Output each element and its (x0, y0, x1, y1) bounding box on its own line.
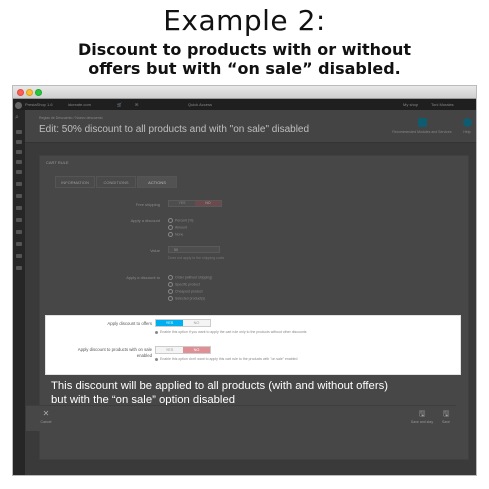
maximize-window-button[interactable] (35, 89, 42, 96)
close-window-button[interactable] (17, 89, 24, 96)
offers-hint-text: Enable this option if you want to apply … (160, 330, 307, 334)
info-icon (155, 330, 158, 334)
save-icon: 🖫 (442, 409, 450, 418)
form-footer: ✕ Cancel 🖫 Save and stay 🖫 Save (26, 405, 456, 431)
highlighted-settings-card: Apply discount to offers YES NO Enable t… (45, 315, 461, 375)
sidebar-item-advanced[interactable] (16, 230, 22, 234)
panel-heading: CART RULE (46, 160, 69, 165)
free-shipping-toggle[interactable]: YES NO (168, 200, 222, 207)
sidebar-item-stock[interactable] (16, 266, 22, 270)
onsale-label-line-2: enabled (136, 353, 152, 358)
free-shipping-label: Free shipping (135, 202, 160, 207)
onsale-toggle[interactable]: YES NO (155, 346, 211, 354)
breadcrumb[interactable]: Reglas de Descuento / Nuevo descuento (39, 116, 103, 120)
page-title: Edit: 50% discount to all products and w… (39, 124, 310, 135)
apply-to-label: Apply a discount to (126, 275, 160, 280)
overlay-caption-line-1: This discount will be applied to all pro… (51, 380, 388, 392)
cancel-label: Cancel (40, 420, 52, 424)
search-icon[interactable]: ⌕ (15, 114, 19, 122)
value-label: Value (150, 248, 160, 253)
subheadline-line-2: offers but with “on sale” disabled. (88, 59, 401, 78)
tab-actions[interactable]: ACTIONS (137, 176, 177, 188)
save-button[interactable]: 🖫 Save (438, 408, 454, 430)
onsale-no-option[interactable]: NO (183, 347, 210, 353)
onsale-yes-option[interactable]: YES (156, 347, 183, 353)
save-and-stay-button[interactable]: 🖫 Save and stay (410, 408, 434, 430)
onsale-label-line-1: Apply discount to products with on sale (77, 347, 152, 352)
window-titlebar (13, 86, 476, 99)
radio-order[interactable]: Order (without shipping) (168, 275, 212, 280)
radio-amount[interactable]: Amount (168, 225, 187, 230)
sidebar-item-orders[interactable] (16, 140, 22, 144)
tab-conditions[interactable]: CONDITIONS (96, 176, 136, 188)
admin-sidebar: ⌕ (13, 110, 25, 475)
page-header: Reglas de Descuento / Nuevo descuento Ed… (25, 110, 476, 143)
radio-percent[interactable]: Percent (%) (168, 218, 193, 223)
cart-icon[interactable]: 🛒 (117, 102, 122, 107)
prestashop-logo-icon (15, 102, 22, 109)
puzzle-icon (417, 118, 427, 127)
free-shipping-yes[interactable]: YES (169, 201, 195, 206)
promo-image: Example 2: Discount to products with or … (0, 0, 489, 489)
offers-yes-option[interactable]: YES (156, 320, 183, 326)
value-input[interactable]: 50 (168, 246, 220, 253)
subheadline-line-1: Discount to products with or without (77, 40, 412, 59)
sidebar-item-localization[interactable] (16, 206, 22, 210)
sidebar-item-modules[interactable] (16, 182, 22, 186)
radio-specific-product[interactable]: Specific product (168, 282, 200, 287)
info-icon (155, 357, 158, 361)
offers-hint: Enable this option if you want to apply … (155, 330, 307, 334)
save-label: Save (442, 420, 450, 424)
value-hint: Does not apply to the shipping costs (168, 256, 225, 260)
radio-none[interactable]: None (168, 232, 183, 237)
radio-cheapest-product[interactable]: Cheapest product (168, 289, 203, 294)
recommended-modules-button[interactable]: Recommended Modules and Services (392, 114, 452, 140)
save-and-stay-label: Save and stay (410, 420, 434, 424)
sidebar-item-administration[interactable] (16, 242, 22, 246)
sidebar-item-shipping[interactable] (16, 194, 22, 198)
minimize-window-button[interactable] (26, 89, 33, 96)
offers-no-option[interactable]: NO (183, 320, 210, 326)
free-shipping-no[interactable]: NO (195, 201, 221, 206)
sidebar-item-preferences[interactable] (16, 218, 22, 222)
admin-topbar: PrestaShop 1.6 idcreate.com 🛒 ✉ Quick Ac… (13, 99, 476, 110)
help-icon (462, 118, 472, 127)
mail-icon[interactable]: ✉ (135, 102, 138, 107)
onsale-hint: Enable this option don't want to apply t… (155, 357, 297, 361)
recommended-modules-label: Recommended Modules and Services (392, 130, 452, 134)
radio-selected-products[interactable]: Selected product(s) (168, 296, 205, 301)
shop-url-link[interactable]: idcreate.com (68, 102, 91, 107)
help-button[interactable]: Help (459, 114, 475, 140)
cancel-button[interactable]: ✕ Cancel (36, 408, 56, 430)
brand-name: PrestaShop 1.6 (25, 102, 53, 107)
quick-access-menu[interactable]: Quick Access (188, 102, 212, 107)
sidebar-item-stats[interactable] (16, 254, 22, 258)
close-icon: ✕ (42, 409, 50, 418)
tab-information[interactable]: INFORMATION (55, 176, 95, 188)
user-menu[interactable]: Toni Morales (431, 102, 454, 107)
headline: Example 2: (163, 4, 326, 37)
sidebar-item-price-rules[interactable] (16, 170, 22, 174)
sidebar-item-catalog[interactable] (16, 150, 22, 154)
my-shop-link[interactable]: My shop (403, 102, 418, 107)
offers-label: Apply discount to offers (107, 321, 152, 326)
offers-toggle[interactable]: YES NO (155, 319, 211, 327)
help-label: Help (463, 130, 471, 134)
onsale-hint-text: Enable this option don't want to apply t… (160, 357, 298, 361)
sidebar-item-customers[interactable] (16, 160, 22, 164)
apply-discount-label: Apply a discount (130, 218, 160, 223)
save-icon: 🖫 (418, 409, 426, 418)
value-input-text: 50 (174, 248, 178, 252)
sidebar-item-dashboard[interactable] (16, 130, 22, 134)
